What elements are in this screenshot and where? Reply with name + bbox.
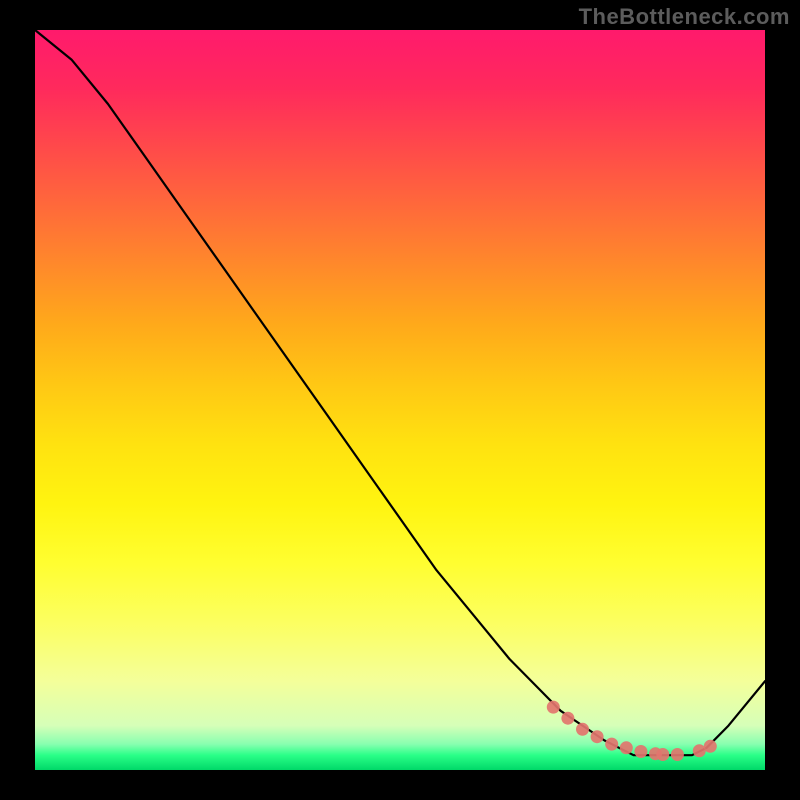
curve-marker: [656, 748, 669, 761]
bottleneck-curve: [35, 30, 765, 755]
curve-marker: [605, 738, 618, 751]
curve-marker: [634, 745, 647, 758]
curve-marker: [561, 712, 574, 725]
chart-frame: TheBottleneck.com: [0, 0, 800, 800]
attribution-text: TheBottleneck.com: [579, 4, 790, 30]
curve-marker: [704, 740, 717, 753]
curve-marker: [620, 741, 633, 754]
curve-marker: [576, 723, 589, 736]
plot-area: [35, 30, 765, 770]
curve-marker: [547, 701, 560, 714]
curve-markers: [547, 701, 717, 761]
curve-marker: [591, 730, 604, 743]
curve-marker: [671, 748, 684, 761]
curve-svg: [35, 30, 765, 770]
